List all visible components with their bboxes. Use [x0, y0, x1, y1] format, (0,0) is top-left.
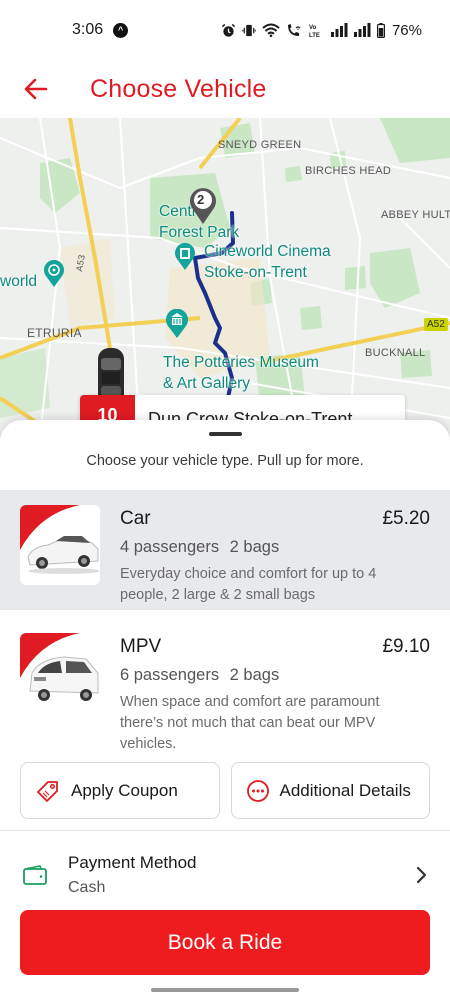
vehicle-description: When space and comfort are paramount the… [120, 694, 380, 752]
apply-coupon-label: Apply Coupon [71, 780, 178, 800]
action-row: Apply Coupon Additional Details [20, 762, 430, 819]
vehicle-sheet: Choose your vehicle type. Pull up for mo… [0, 420, 450, 1000]
page-title: Choose Vehicle [90, 74, 267, 103]
payment-method-row[interactable]: Payment Method Cash [0, 840, 450, 910]
divider [0, 830, 450, 831]
additional-details-label: Additional Details [279, 780, 411, 800]
svg-text:LTE: LTE [309, 33, 320, 38]
park-area [40, 158, 80, 213]
mpv-thumbnail [20, 633, 100, 713]
map-label-abbey-hulton: ABBEY HULTO [381, 209, 450, 221]
home-indicator[interactable] [151, 988, 299, 992]
status-time: 3:06 [72, 21, 104, 38]
drag-handle[interactable] [209, 432, 242, 436]
more-horizontal-circle-icon [246, 779, 269, 802]
cinema-pin-icon[interactable] [174, 243, 196, 271]
apply-coupon-button[interactable]: Apply Coupon [20, 762, 220, 819]
arrow-left-icon [24, 78, 48, 100]
vehicle-option-mpv[interactable]: MPV £9.10 6 passengers 2 bags When space… [0, 618, 450, 753]
park-area [285, 166, 302, 182]
sheet-hint: Choose your vehicle type. Pull up for mo… [86, 453, 364, 469]
route-map[interactable]: SNEYD GREEN BIRCHES HEAD ABBEY HULTO ETR… [0, 118, 450, 438]
bag-count: 2 bags [229, 538, 280, 556]
vehicle-price: £5.20 [382, 508, 430, 529]
map-label-bucknall: BUCKNALL [365, 347, 426, 359]
map-label-sneyd-green: SNEYD GREEN [218, 139, 302, 151]
app-header: Choose Vehicle [0, 60, 450, 118]
museum-pin-icon[interactable] [165, 309, 189, 339]
chevron-right-icon [416, 866, 427, 884]
stop-marker-number: 2 [197, 192, 205, 207]
book-ride-button[interactable]: Book a Ride [20, 910, 430, 975]
battery-percent: 76% [391, 21, 422, 39]
back-button[interactable] [16, 69, 56, 109]
wifi-calling-icon [287, 23, 301, 36]
passenger-count: 4 passengers [120, 538, 220, 556]
wallet-icon [23, 865, 47, 885]
payment-method-title: Payment Method [68, 853, 197, 872]
park-area [380, 118, 450, 163]
road-badge-a52: A52 [424, 318, 448, 331]
car-image-icon [20, 505, 100, 574]
poi-cineworld[interactable]: Cineworld Cinema Stoke-on-Trent [204, 241, 331, 283]
car-thumbnail [20, 505, 100, 585]
wifi-icon [262, 23, 280, 37]
coupon-tag-icon [37, 780, 58, 802]
vehicle-option-car[interactable]: Car £5.20 4 passengers 2 bags Everyday c… [0, 490, 450, 610]
bag-count: 2 bags [229, 666, 280, 684]
app-notification-icon: ^ [113, 22, 129, 38]
battery-icon [376, 22, 385, 38]
vehicle-price: £9.10 [382, 636, 430, 657]
park-area [300, 306, 322, 330]
volte-icon: Vo LTE [309, 25, 320, 38]
signal-icon [330, 23, 348, 37]
urban-area [60, 238, 115, 328]
park-area [345, 266, 366, 290]
passenger-count: 6 passengers [120, 666, 220, 684]
poi-world[interactable]: world [0, 271, 37, 292]
vehicle-capacity: 6 passengers 2 bags [120, 666, 430, 685]
attraction-pin-icon[interactable] [43, 260, 65, 288]
vibrate-icon [242, 24, 256, 36]
payment-method-value: Cash [68, 879, 106, 896]
alarm-icon [221, 23, 236, 37]
mpv-image-icon [20, 633, 99, 701]
additional-details-button[interactable]: Additional Details [230, 762, 430, 819]
map-label-birches-head: BIRCHES HEAD [305, 165, 392, 177]
status-icons: Vo LTE 76% [221, 22, 422, 39]
map-label-etruria: ETRURIA [27, 326, 82, 340]
park-area [370, 248, 420, 308]
status-bar: 3:06 ^ Vo LTE 76% [0, 0, 450, 60]
vehicle-description: Everyday choice and comfort for up to 4 … [120, 566, 377, 603]
signal-icon [353, 23, 371, 37]
vehicle-capacity: 4 passengers 2 bags [120, 538, 430, 557]
svg-text:Vo: Vo [309, 25, 317, 31]
poi-potteries-museum[interactable]: The Potteries Museum & Art Gallery [163, 352, 319, 394]
